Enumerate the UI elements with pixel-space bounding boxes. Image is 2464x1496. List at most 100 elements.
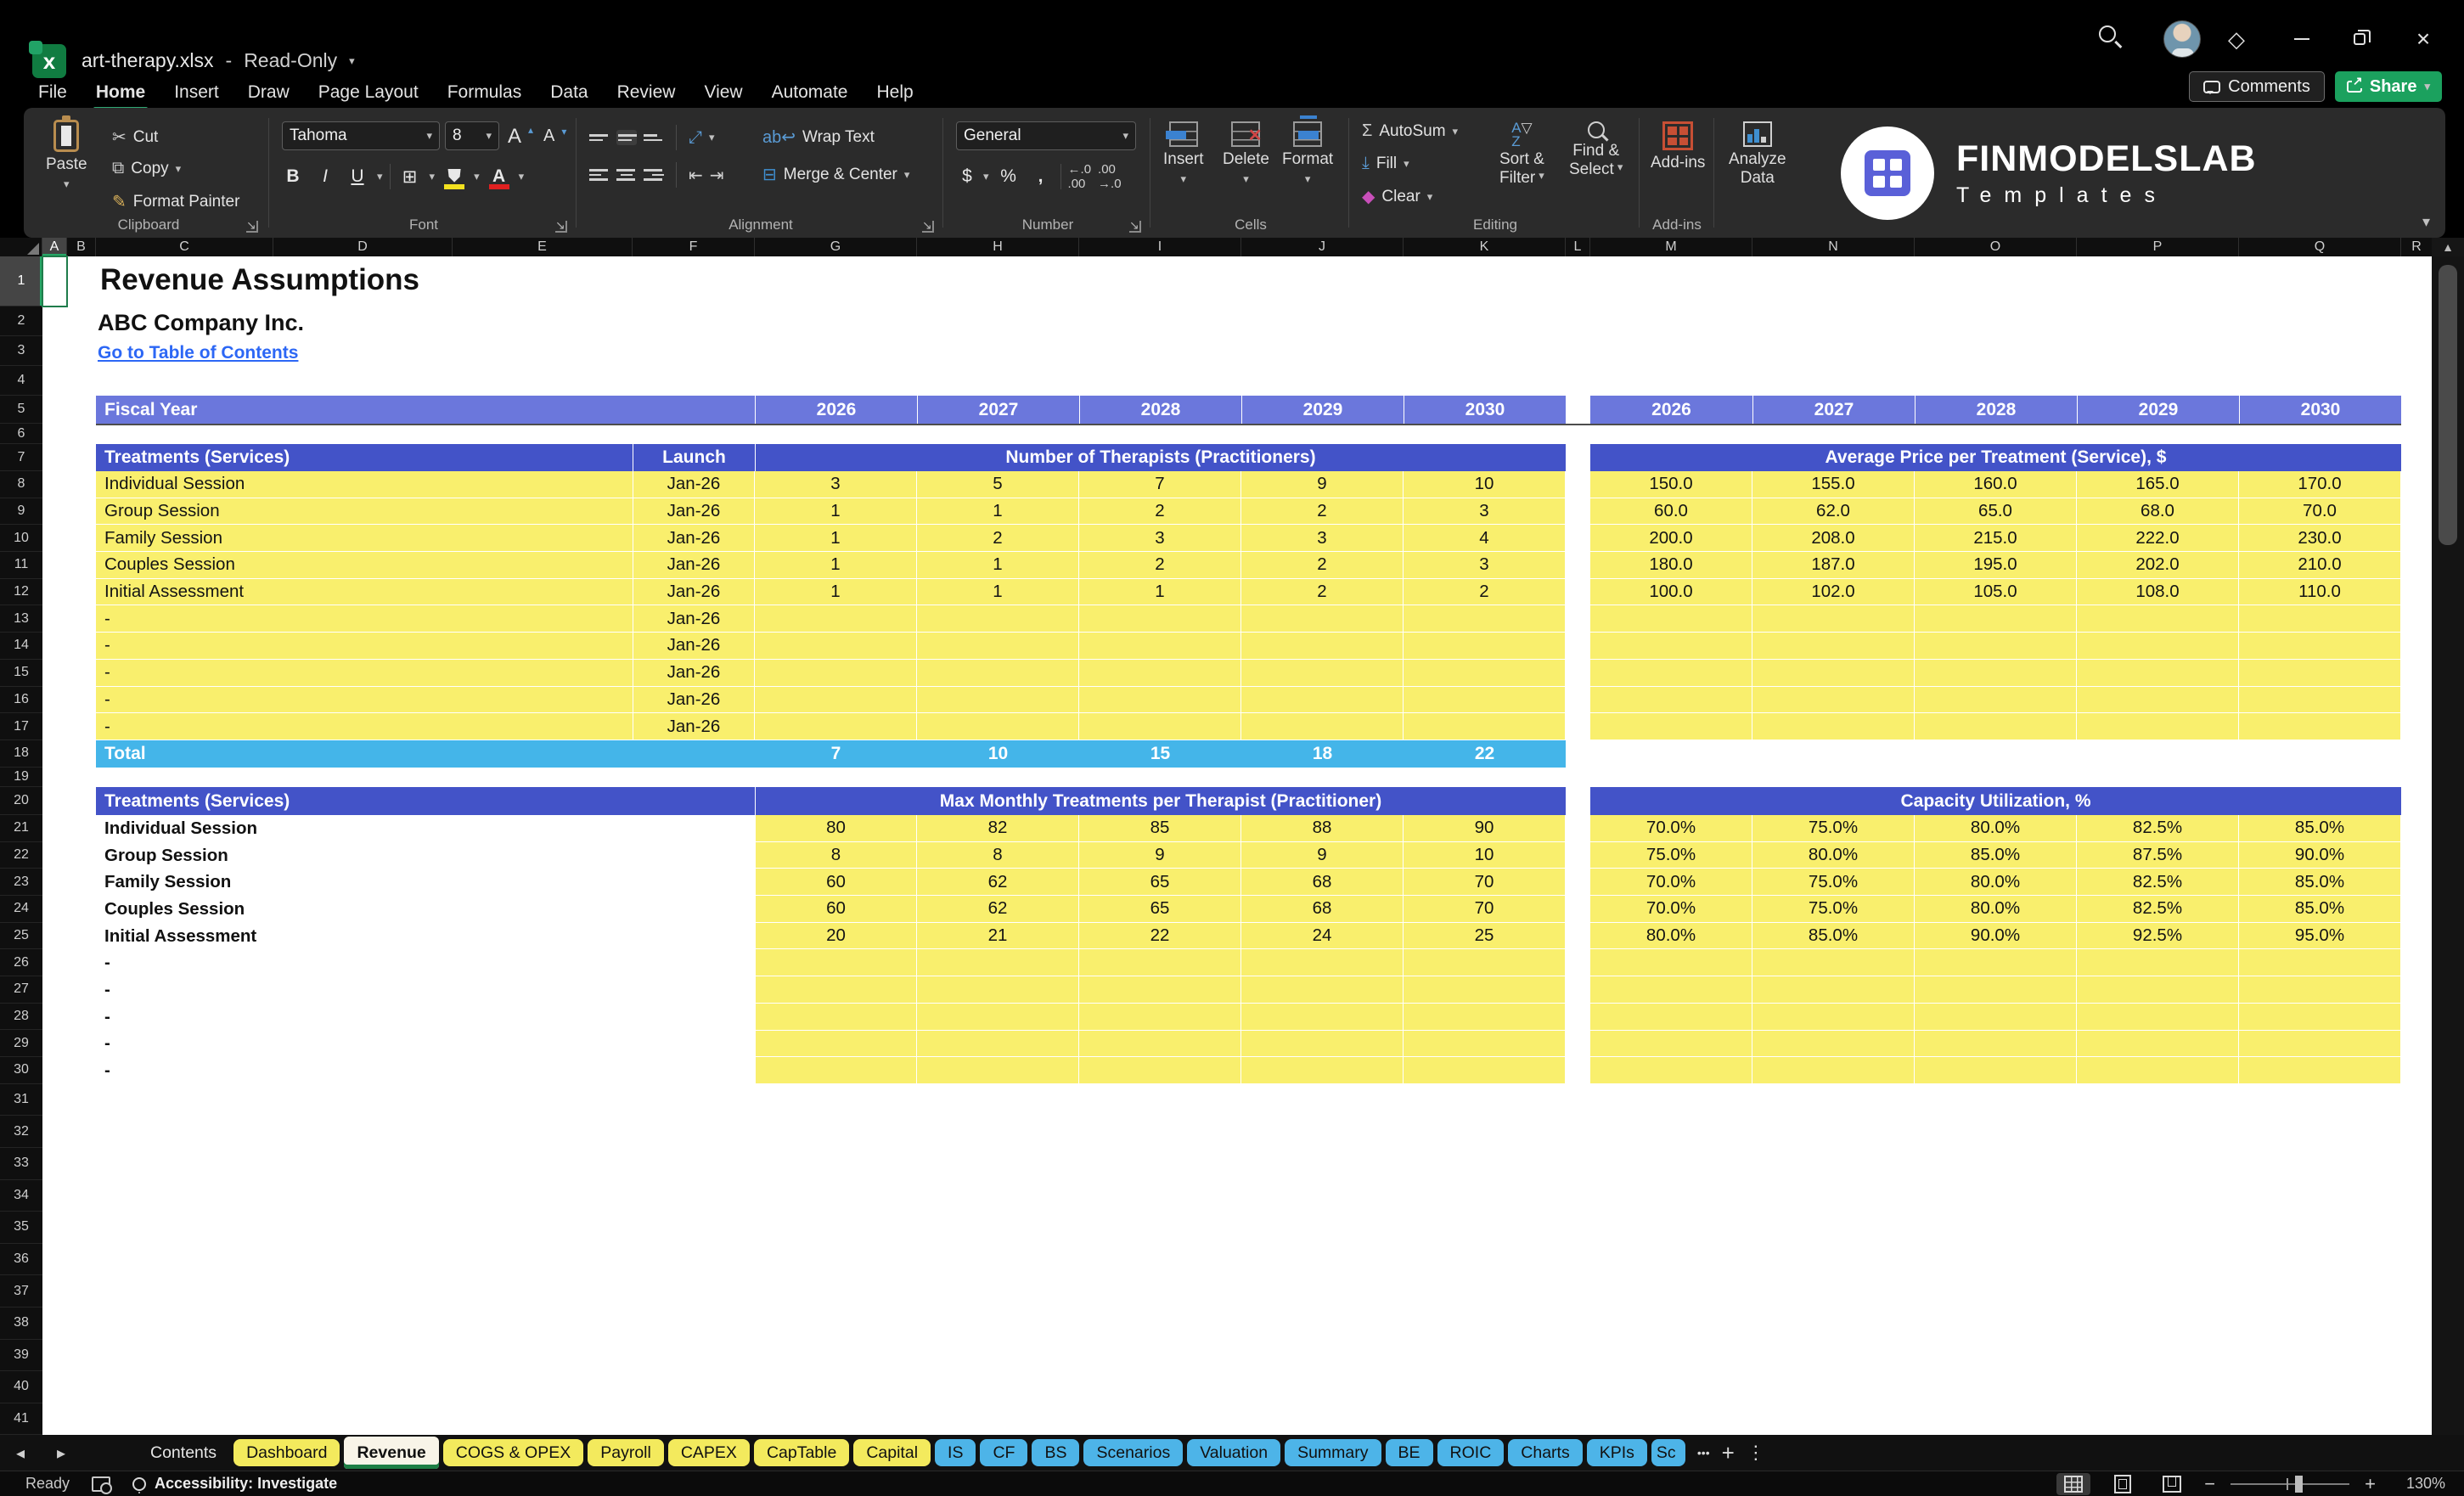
ribbon-tab[interactable]: Insert (160, 75, 233, 110)
capacity-cell[interactable]: 80.0% (1752, 842, 1915, 869)
therapists-cell[interactable] (755, 687, 917, 714)
font-name-combo[interactable]: Tahoma▾ (282, 121, 440, 150)
vscroll-up-arrow[interactable]: ▲ (2432, 238, 2464, 256)
capacity-cell[interactable] (1590, 1031, 1752, 1058)
capacity-cell[interactable]: 90.0% (1915, 923, 2077, 950)
price-cell[interactable]: 105.0 (1915, 579, 2077, 606)
sheet-tab[interactable]: Charts (1508, 1439, 1582, 1466)
ribbon-tab[interactable]: Data (536, 75, 602, 110)
price-cell[interactable] (2239, 660, 2401, 687)
therapists-cell[interactable] (917, 713, 1079, 740)
restore-button[interactable] (2345, 22, 2374, 56)
treatment-label-cell[interactable]: Family Session (96, 869, 755, 896)
ribbon-tab[interactable]: Formulas (433, 75, 537, 110)
therapists-cell[interactable]: 2 (1241, 498, 1404, 526)
align-right-icon[interactable] (644, 166, 664, 183)
fiscal-year-cell[interactable]: 2027 (917, 396, 1079, 424)
total-label[interactable]: Total (96, 740, 755, 768)
capacity-cell[interactable]: 70.0% (1590, 896, 1752, 923)
total-cell[interactable]: 7 (755, 740, 917, 768)
therapists-cell[interactable] (1241, 687, 1404, 714)
max-treatments-cell[interactable] (755, 976, 917, 1004)
price-cell[interactable] (1590, 605, 1752, 633)
zoom-level[interactable]: 130% (2391, 1475, 2445, 1493)
max-treatments-cell[interactable]: 70 (1404, 896, 1566, 923)
price-cell[interactable] (1915, 605, 2077, 633)
price-cell[interactable]: 110.0 (2239, 579, 2401, 606)
capacity-cell[interactable] (2077, 1031, 2239, 1058)
premium-diamond-icon[interactable]: ◇ (2228, 22, 2245, 56)
row-header[interactable]: 8 (0, 471, 42, 498)
capacity-cell[interactable]: 85.0% (1752, 923, 1915, 950)
price-cell[interactable] (1752, 687, 1915, 714)
row-header[interactable]: 35 (0, 1212, 42, 1244)
capacity-cell[interactable]: 75.0% (1752, 896, 1915, 923)
capacity-cell[interactable] (2239, 1057, 2401, 1084)
max-treatments-cell[interactable]: 60 (755, 869, 917, 896)
row-header[interactable]: 31 (0, 1084, 42, 1116)
table2-label-header[interactable]: Treatments (Services) (96, 787, 755, 815)
max-treatments-cell[interactable]: 65 (1079, 896, 1241, 923)
therapists-cell[interactable] (1404, 633, 1566, 660)
max-treatments-cell[interactable]: 21 (917, 923, 1079, 950)
row-header[interactable]: 40 (0, 1371, 42, 1403)
row-header[interactable]: 18 (0, 740, 42, 768)
sheet-tab[interactable]: BE (1386, 1439, 1433, 1466)
capacity-cell[interactable] (1915, 976, 2077, 1004)
align-top-icon[interactable] (589, 132, 610, 143)
capacity-cell[interactable]: 85.0% (2239, 869, 2401, 896)
capacity-cell[interactable] (1752, 949, 1915, 976)
zoom-slider-thumb[interactable] (2295, 1476, 2303, 1493)
row-header[interactable]: 30 (0, 1057, 42, 1084)
capacity-cell[interactable]: 80.0% (1915, 896, 2077, 923)
sheet-tab[interactable]: CAPEX (668, 1439, 750, 1466)
capacity-cell[interactable]: 85.0% (2239, 815, 2401, 842)
table2-capacity-header[interactable]: Capacity Utilization, % (1590, 787, 2401, 815)
total-cell[interactable]: 15 (1079, 740, 1241, 768)
close-button[interactable]: × (2408, 22, 2439, 56)
capacity-cell[interactable]: 80.0% (1915, 869, 2077, 896)
launch-cell[interactable]: Jan-26 (633, 660, 755, 687)
max-treatments-cell[interactable] (1404, 1004, 1566, 1031)
column-header[interactable]: A (42, 238, 67, 256)
fiscal-year-cell[interactable]: 2028 (1915, 396, 2077, 424)
price-cell[interactable]: 65.0 (1915, 498, 2077, 526)
max-treatments-cell[interactable]: 24 (1241, 923, 1404, 950)
price-cell[interactable] (1590, 713, 1752, 740)
price-cell[interactable]: 187.0 (1752, 552, 1915, 579)
max-treatments-cell[interactable]: 8 (917, 842, 1079, 869)
therapists-cell[interactable]: 3 (755, 471, 917, 498)
row-header[interactable]: 21 (0, 815, 42, 842)
capacity-cell[interactable] (1752, 976, 1915, 1004)
column-header[interactable]: D (273, 238, 453, 256)
capacity-cell[interactable]: 70.0% (1590, 869, 1752, 896)
column-header[interactable]: F (633, 238, 755, 256)
treatment-label-cell[interactable]: Group Session (96, 842, 755, 869)
max-treatments-cell[interactable] (1079, 1031, 1241, 1058)
select-all-corner[interactable] (0, 238, 42, 256)
column-header[interactable]: K (1404, 238, 1566, 256)
fiscal-year-cell[interactable]: 2026 (755, 396, 917, 424)
treatment-label-cell[interactable]: - (96, 713, 633, 740)
table2-max-header[interactable]: Max Monthly Treatments per Therapist (Pr… (755, 787, 1566, 815)
analyze-data-button[interactable]: Analyze Data (1729, 121, 1786, 188)
price-cell[interactable]: 68.0 (2077, 498, 2239, 526)
therapists-cell[interactable] (917, 660, 1079, 687)
column-header[interactable]: J (1241, 238, 1404, 256)
treatment-label-cell[interactable]: Family Session (96, 525, 633, 552)
increase-decimal-icon[interactable]: ←.0.00 (1068, 162, 1092, 191)
price-cell[interactable] (1915, 633, 2077, 660)
therapists-cell[interactable]: 5 (917, 471, 1079, 498)
row-header[interactable]: 11 (0, 552, 42, 579)
price-cell[interactable]: 108.0 (2077, 579, 2239, 606)
max-treatments-cell[interactable]: 70 (1404, 869, 1566, 896)
capacity-cell[interactable]: 92.5% (2077, 923, 2239, 950)
launch-cell[interactable]: Jan-26 (633, 471, 755, 498)
max-treatments-cell[interactable] (755, 1057, 917, 1084)
align-bottom-icon[interactable] (644, 132, 664, 143)
table1-launch-header[interactable]: Launch (633, 444, 755, 471)
zoom-in-button[interactable]: + (2365, 1473, 2376, 1495)
capacity-cell[interactable]: 75.0% (1752, 815, 1915, 842)
therapists-cell[interactable] (917, 605, 1079, 633)
price-cell[interactable]: 150.0 (1590, 471, 1752, 498)
